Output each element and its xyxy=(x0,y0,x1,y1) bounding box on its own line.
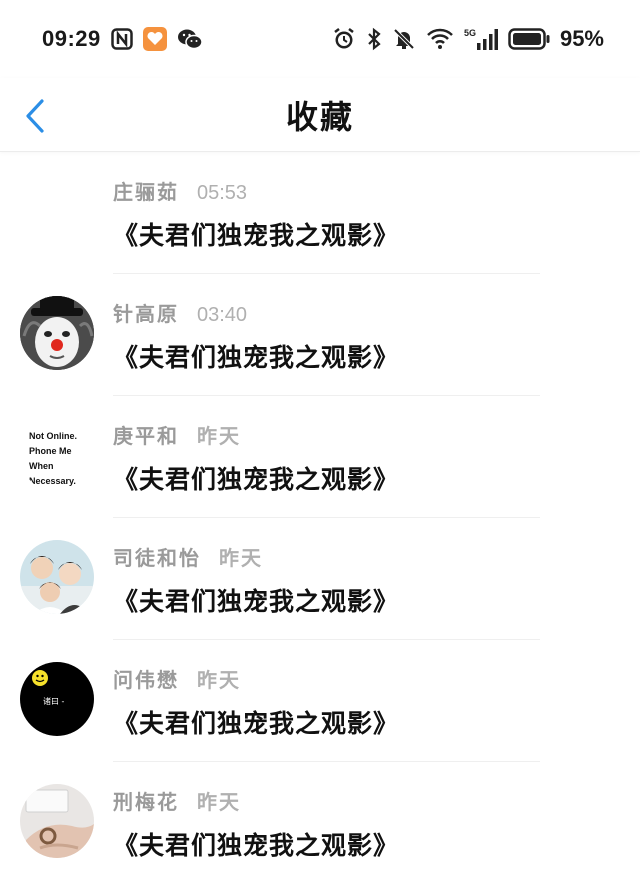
sender-name: 庚平和 xyxy=(113,424,179,448)
saved-time: 昨天 xyxy=(197,424,241,448)
favorite-title: 《夫君们独宠我之观影》 xyxy=(113,221,400,250)
avatar-text: Not Online. xyxy=(29,431,77,441)
avatar[interactable]: 诸曰 - xyxy=(20,662,94,736)
favorite-item[interactable]: 司徒和怡 昨天 《夫君们独宠我之观影》 xyxy=(0,518,640,640)
app-notification-icon xyxy=(142,27,167,51)
back-button[interactable] xyxy=(20,96,50,136)
saved-time: 昨天 xyxy=(197,668,241,692)
favorite-title: 《夫君们独宠我之观影》 xyxy=(113,831,400,860)
favorite-title: 《夫君们独宠我之观影》 xyxy=(113,465,400,494)
nfc-icon xyxy=(111,28,133,50)
bluetooth-icon xyxy=(366,27,382,51)
favorite-title: 《夫君们独宠我之观影》 xyxy=(113,709,400,738)
avatar[interactable] xyxy=(20,540,94,614)
status-time: 09:29 xyxy=(42,26,101,51)
network-type-label: 5G xyxy=(464,28,476,38)
alarm-icon xyxy=(332,27,356,51)
signal-icon: 5G xyxy=(464,27,498,51)
avatar[interactable]: Not Online. Phone Me When Necessary. xyxy=(20,418,94,492)
favorite-item[interactable]: 庄骊茹 05:53 《夫君们独宠我之观影》 xyxy=(0,152,640,274)
favorite-item[interactable]: 刑梅花 昨天 《夫君们独宠我之观影》 xyxy=(0,762,640,884)
sender-name: 司徒和怡 xyxy=(113,546,201,570)
favorite-item[interactable]: 诸曰 - 问伟懋 昨天 《夫君们独宠我之观影》 xyxy=(0,640,640,762)
avatar-text: When xyxy=(29,461,54,471)
avatar-text: 诸曰 - xyxy=(43,697,65,706)
sender-name: 刑梅花 xyxy=(113,790,179,814)
avatar[interactable] xyxy=(20,296,94,370)
saved-time: 03:40 xyxy=(197,304,248,326)
saved-time: 昨天 xyxy=(197,790,241,814)
avatar[interactable] xyxy=(20,784,94,858)
battery-percent: 95% xyxy=(559,26,604,51)
page-title: 收藏 xyxy=(285,97,354,136)
favorite-item[interactable]: Not Online. Phone Me When Necessary. 庚平和… xyxy=(0,396,640,518)
battery-icon xyxy=(508,28,550,50)
saved-time: 05:53 xyxy=(197,182,248,204)
avatar-text: Necessary. xyxy=(29,476,76,486)
wechat-icon xyxy=(177,28,203,50)
status-bar: 09:29 5G 95% xyxy=(0,0,640,78)
sender-name: 问伟懋 xyxy=(113,668,179,692)
mute-icon xyxy=(392,27,416,51)
sender-name: 庄骊茹 xyxy=(113,180,179,204)
favorites-list: 庄骊茹 05:53 《夫君们独宠我之观影》 针高原 03:40 《夫君们独宠我之… xyxy=(0,152,640,884)
avatar-text: Phone Me xyxy=(29,446,72,456)
page-header: 收藏 xyxy=(0,78,640,152)
favorite-item[interactable]: 针高原 03:40 《夫君们独宠我之观影》 xyxy=(0,274,640,396)
wifi-icon xyxy=(426,28,454,50)
chevron-left-icon xyxy=(26,99,44,133)
favorite-title: 《夫君们独宠我之观影》 xyxy=(113,343,400,372)
sender-name: 针高原 xyxy=(113,302,179,326)
favorite-title: 《夫君们独宠我之观影》 xyxy=(113,587,400,616)
saved-time: 昨天 xyxy=(219,546,263,570)
